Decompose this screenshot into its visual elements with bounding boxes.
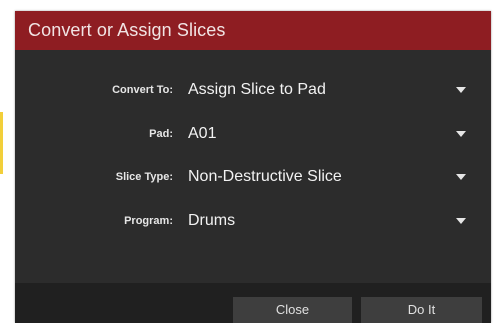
- dialog-title: Convert or Assign Slices: [28, 20, 226, 40]
- slice-type-label: Slice Type:: [115, 171, 173, 183]
- convert-to-value[interactable]: Assign Slice to Pad: [188, 81, 326, 99]
- slice-type-value[interactable]: Non-Destructive Slice: [188, 168, 342, 186]
- backdrop-right: [491, 0, 499, 323]
- dialog-footer: Close Do It: [15, 283, 491, 323]
- dialog-body: Convert To: Assign Slice to Pad Pad: A01…: [15, 50, 491, 283]
- pad-label: Pad:: [149, 128, 173, 140]
- pad-value[interactable]: A01: [188, 125, 216, 143]
- convert-to-row: Convert To: Assign Slice to Pad: [15, 78, 491, 106]
- program-row: Program: Drums: [15, 209, 491, 237]
- chevron-down-icon[interactable]: [456, 218, 466, 224]
- chevron-down-icon[interactable]: [456, 174, 466, 180]
- convert-to-label: Convert To:: [112, 84, 173, 96]
- do-it-button[interactable]: Do It: [361, 297, 482, 323]
- program-value[interactable]: Drums: [188, 212, 235, 230]
- slice-type-row: Slice Type: Non-Destructive Slice: [15, 165, 491, 193]
- chevron-down-icon[interactable]: [456, 87, 466, 93]
- convert-assign-slices-dialog: Convert or Assign Slices Convert To: Ass…: [15, 11, 491, 323]
- pad-row: Pad: A01: [15, 122, 491, 150]
- dialog-titlebar: Convert or Assign Slices: [15, 11, 491, 50]
- pad-dropdown[interactable]: [183, 122, 479, 150]
- program-label: Program:: [124, 215, 173, 227]
- backdrop-accent-strip: [0, 112, 3, 174]
- chevron-down-icon[interactable]: [456, 131, 466, 137]
- close-button[interactable]: Close: [233, 297, 352, 323]
